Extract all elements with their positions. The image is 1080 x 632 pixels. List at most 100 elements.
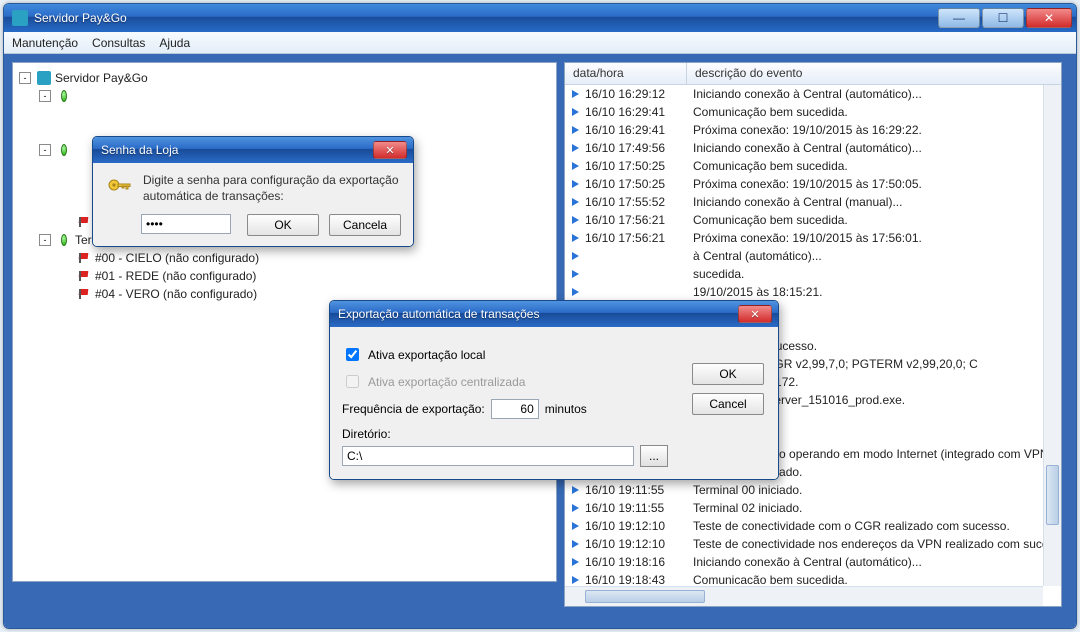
spacer xyxy=(77,179,91,193)
titlebar[interactable]: Servidor Pay&Go — ☐ ✕ xyxy=(4,4,1076,32)
log-row[interactable]: à Central (automático)... xyxy=(565,247,1061,265)
arrow-icon xyxy=(571,575,581,584)
tree-label: #00 - CIELO (não configurado) xyxy=(95,251,259,265)
log-cell-time: 16/10 17:50:25 xyxy=(585,159,693,173)
log-row[interactable]: 16/10 17:50:25Comunicação bem sucedida. xyxy=(565,157,1061,175)
tree-row[interactable]: #00 - CIELO (não configurado) xyxy=(19,249,550,267)
password-dialog-close-icon[interactable]: ✕ xyxy=(373,141,407,159)
log-row[interactable]: 16/10 16:29:41Comunicação bem sucedida. xyxy=(565,103,1061,121)
tree-expander[interactable]: - xyxy=(39,90,51,102)
spacer xyxy=(77,161,91,175)
tree-row[interactable]: - Servidor Pay&Go xyxy=(19,69,550,87)
log-row[interactable]: 16/10 17:56:21Comunicação bem sucedida. xyxy=(565,211,1061,229)
tree-expander[interactable]: - xyxy=(39,234,51,246)
app-icon xyxy=(12,10,28,26)
minimize-button[interactable]: — xyxy=(938,8,980,28)
export-cancel-button[interactable]: Cancel xyxy=(692,393,764,415)
log-cell-time: 16/10 17:56:21 xyxy=(585,213,693,227)
log-cell-desc: Iniciando conexão à Central (automático)… xyxy=(693,141,1061,155)
log-row[interactable]: 16/10 19:12:10Teste de conectividade com… xyxy=(565,517,1061,535)
key-icon xyxy=(105,173,133,204)
flag-red-icon xyxy=(77,215,91,229)
log-cell-desc: Comunicação bem sucedida. xyxy=(693,213,1061,227)
log-row[interactable]: 16/10 19:12:10Teste de conectividade nos… xyxy=(565,535,1061,553)
export-freq-input[interactable] xyxy=(491,399,539,419)
tree-expander[interactable]: - xyxy=(19,72,31,84)
h-scroll-thumb[interactable] xyxy=(585,590,705,603)
vertical-scrollbar[interactable] xyxy=(1043,85,1061,586)
export-dialog-titlebar[interactable]: Exportação automática de transações ✕ xyxy=(330,301,778,327)
menu-ajuda[interactable]: Ajuda xyxy=(159,36,190,50)
spacer xyxy=(57,125,71,139)
log-cell-time: 16/10 19:18:16 xyxy=(585,555,693,569)
tree-row[interactable] xyxy=(19,105,550,123)
arrow-icon xyxy=(571,179,581,189)
password-input[interactable] xyxy=(141,214,231,234)
export-dialog-title: Exportação automática de transações xyxy=(336,307,738,321)
export-dir-browse-button[interactable]: ... xyxy=(640,445,668,467)
log-col-datetime[interactable]: data/hora xyxy=(565,63,687,84)
log-cell-desc: Teste de conectividade nos endereços da … xyxy=(693,537,1061,551)
export-local-checkbox[interactable] xyxy=(346,348,359,361)
password-ok-button[interactable]: OK xyxy=(247,214,319,236)
flag-red-icon xyxy=(77,269,91,283)
arrow-icon xyxy=(571,251,581,261)
password-dialog: Senha da Loja ✕ Digite a senha para xyxy=(92,136,414,247)
log-row[interactable]: 16/10 17:49:56Iniciando conexão à Centra… xyxy=(565,139,1061,157)
log-row[interactable]: 16/10 19:18:16Iniciando conexão à Centra… xyxy=(565,553,1061,571)
log-row[interactable]: 19/10/2015 às 18:15:21. xyxy=(565,283,1061,301)
log-row[interactable]: 16/10 17:56:21Próxima conexão: 19/10/201… xyxy=(565,229,1061,247)
log-cell-desc: Comunicação bem sucedida. xyxy=(693,159,1061,173)
log-cell-desc: Comunicação bem sucedida. xyxy=(693,573,1061,584)
arrow-icon xyxy=(571,215,581,225)
log-cell-time: 16/10 17:56:21 xyxy=(585,231,693,245)
log-row[interactable]: sucedida. xyxy=(565,265,1061,283)
log-cell-time: 16/10 19:12:10 xyxy=(585,519,693,533)
tree-expander[interactable]: - xyxy=(39,144,51,156)
log-row[interactable]: 16/10 16:29:12Iniciando conexão à Centra… xyxy=(565,85,1061,103)
log-row[interactable]: 16/10 19:11:55Terminal 00 iniciado. xyxy=(565,481,1061,499)
tree-row[interactable]: #01 - REDE (não configurado) xyxy=(19,267,550,285)
arrow-icon xyxy=(571,485,581,495)
app-window: Servidor Pay&Go — ☐ ✕ Manutenção Consult… xyxy=(3,3,1077,629)
horizontal-scrollbar[interactable] xyxy=(565,586,1043,606)
close-button[interactable]: ✕ xyxy=(1026,8,1072,28)
export-central-label: Ativa exportação centralizada xyxy=(368,375,525,389)
password-cancel-button[interactable]: Cancela xyxy=(329,214,401,236)
export-freq-unit: minutos xyxy=(545,402,587,416)
tree-label: #01 - REDE (não configurado) xyxy=(95,269,256,283)
client-area: -Servidor Pay&Go--#04 - VERO (não config… xyxy=(4,54,1076,628)
log-cell-time: 16/10 16:29:41 xyxy=(585,123,693,137)
export-local-label: Ativa exportação local xyxy=(368,348,485,362)
export-dialog-close-icon[interactable]: ✕ xyxy=(738,305,772,323)
password-dialog-message: Digite a senha para configuração da expo… xyxy=(143,173,401,204)
log-cell-desc: Iniciando conexão à Central (automático)… xyxy=(693,87,1061,101)
log-cell-time: 16/10 17:50:25 xyxy=(585,177,693,191)
export-dir-input[interactable] xyxy=(342,446,634,466)
flag-red-icon xyxy=(77,287,91,301)
log-row[interactable]: 16/10 17:50:25Próxima conexão: 19/10/201… xyxy=(565,175,1061,193)
v-scroll-thumb[interactable] xyxy=(1046,465,1059,525)
spacer xyxy=(57,107,71,121)
log-col-description[interactable]: descrição do evento xyxy=(687,63,1061,84)
password-dialog-titlebar[interactable]: Senha da Loja ✕ xyxy=(93,137,413,163)
app-small-icon xyxy=(37,71,51,85)
log-row[interactable]: 16/10 17:55:52Iniciando conexão à Centra… xyxy=(565,193,1061,211)
status-green-icon xyxy=(57,143,71,157)
maximize-button[interactable]: ☐ xyxy=(982,8,1024,28)
tree-row[interactable]: - xyxy=(19,87,550,105)
log-row[interactable]: 16/10 19:11:55Terminal 02 iniciado. xyxy=(565,499,1061,517)
tree-label: #04 - VERO (não configurado) xyxy=(95,287,257,301)
export-dir-label: Diretório: xyxy=(342,427,668,441)
export-ok-button[interactable]: OK xyxy=(692,363,764,385)
arrow-icon xyxy=(571,197,581,207)
menu-manutencao[interactable]: Manutenção xyxy=(12,36,78,50)
flag-red-icon xyxy=(77,251,91,265)
menu-consultas[interactable]: Consultas xyxy=(92,36,145,50)
export-central-checkbox xyxy=(346,375,359,388)
tree-label: Servidor Pay&Go xyxy=(55,71,148,85)
log-row[interactable]: 16/10 19:18:43Comunicação bem sucedida. xyxy=(565,571,1061,584)
log-cell-time: 16/10 19:11:55 xyxy=(585,501,693,515)
log-row[interactable]: 16/10 16:29:41Próxima conexão: 19/10/201… xyxy=(565,121,1061,139)
arrow-icon xyxy=(571,161,581,171)
